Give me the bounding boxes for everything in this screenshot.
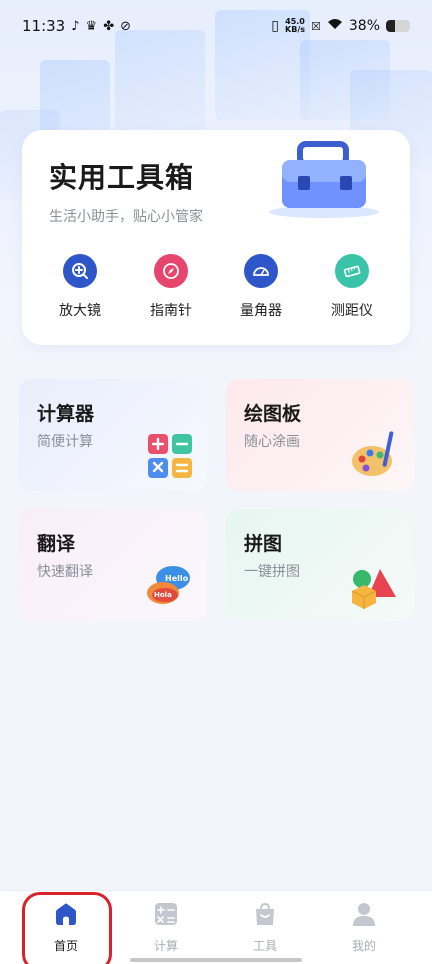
vibrate-icon: ▯ — [271, 18, 280, 34]
person-icon — [353, 903, 375, 926]
tab-mine[interactable]: 我的 — [324, 901, 404, 954]
feature-card-drawing-board[interactable]: 绘图板 随心涂画 — [226, 379, 414, 491]
shapes-icon — [351, 569, 396, 609]
link-icon: ⊘ — [120, 18, 131, 34]
tiktok-icon: ♪ — [71, 18, 80, 34]
sim-off-icon: ☒ — [311, 19, 321, 33]
tool-label: 测距仪 — [331, 303, 373, 319]
feature-subtitle: 随心涂画 — [244, 434, 300, 450]
tool-label: 量角器 — [240, 303, 282, 319]
feature-title: 拼图 — [244, 533, 283, 555]
app-notification-icon: ✤ — [103, 18, 115, 34]
tool-label: 指南针 — [150, 303, 192, 319]
crown-icon: ♛ — [85, 18, 98, 34]
feature-card-calculator[interactable]: 计算器 简便计算 — [19, 379, 207, 491]
battery-level — [386, 20, 396, 32]
toolbox-card: 实用工具箱 生活小助手，贴心小管家 放大镜 指南针 量角器 测距仪 — [22, 130, 410, 345]
toolbox-icon — [269, 141, 379, 218]
palette-icon — [352, 431, 394, 476]
tool-magnifier[interactable]: 放大镜 — [35, 254, 125, 320]
tool-compass[interactable]: 指南针 — [126, 254, 216, 320]
toolbox-subtitle: 生活小助手，贴心小管家 — [49, 209, 203, 225]
feature-card-translate[interactable]: 翻译 快速翻译 Hello Hola — [19, 509, 207, 621]
tool-rangefinder[interactable]: 测距仪 — [307, 254, 397, 320]
magnifier-icon — [63, 254, 97, 288]
compass-icon — [154, 254, 188, 288]
bag-icon — [256, 902, 274, 925]
tab-label: 工具 — [252, 939, 277, 953]
hola-bubble-text: Hola — [154, 591, 172, 599]
calculator-tab-icon — [155, 903, 177, 925]
tab-tools[interactable]: 工具 — [225, 901, 305, 954]
home-indicator[interactable] — [130, 958, 302, 962]
feature-title: 翻译 — [37, 533, 76, 555]
battery-percent: 38% — [348, 18, 380, 34]
hello-bubble-text: Hello — [165, 574, 189, 583]
feature-subtitle: 一键拼图 — [244, 564, 300, 580]
battery-icon — [386, 20, 410, 32]
tool-protractor[interactable]: 量角器 — [216, 254, 306, 320]
highlight-annotation-box — [22, 892, 112, 964]
feature-title: 计算器 — [37, 403, 95, 425]
tool-label: 放大镜 — [59, 303, 101, 319]
feature-title: 绘图板 — [244, 403, 302, 425]
toolbox-title: 实用工具箱 — [49, 161, 195, 194]
protractor-icon — [244, 254, 278, 288]
translate-bubbles-icon: Hello Hola — [147, 566, 190, 604]
tab-calculate[interactable]: 计算 — [126, 901, 206, 954]
wifi-icon — [327, 18, 343, 34]
feature-subtitle: 简便计算 — [37, 434, 93, 450]
quick-tools-row: 放大镜 指南针 量角器 测距仪 — [22, 254, 410, 334]
tab-label: 计算 — [153, 939, 178, 953]
status-bar: 11:33 ♪ ♛ ✤ ⊘ ▯ 45.0 KB/s ☒ 38% — [0, 0, 432, 52]
calculator-icon — [148, 434, 192, 478]
feature-card-puzzle[interactable]: 拼图 一键拼图 — [226, 509, 414, 621]
ruler-icon — [335, 254, 369, 288]
status-time: 11:33 — [22, 17, 66, 35]
tab-label: 我的 — [351, 939, 376, 953]
network-speed: 45.0 KB/s — [285, 17, 305, 34]
feature-subtitle: 快速翻译 — [37, 564, 93, 580]
